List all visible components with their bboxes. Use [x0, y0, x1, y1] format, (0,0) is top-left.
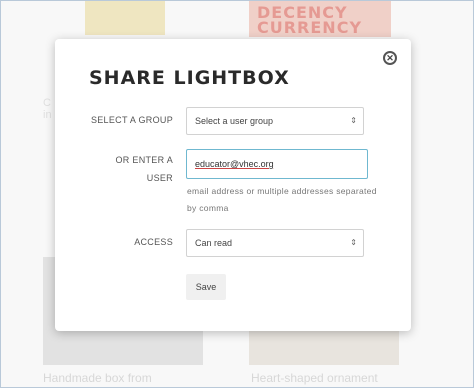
page-frame: DECENCY CURRENCY C in Handmade box from …: [0, 0, 474, 388]
group-select[interactable]: Select a user group ⇕: [186, 107, 364, 135]
select-arrows-icon: ⇕: [350, 116, 357, 125]
user-label: OR ENTER A USER: [65, 151, 173, 187]
access-select-value: Can read: [195, 238, 233, 248]
group-select-value: Select a user group: [195, 116, 274, 126]
user-email-value: educator@vhec.org: [195, 159, 274, 169]
modal-title: SHARE LIGHTBOX: [89, 67, 290, 89]
select-arrows-icon: ⇕: [350, 238, 357, 247]
user-email-input[interactable]: educator@vhec.org: [186, 149, 368, 179]
group-label: SELECT A GROUP: [90, 115, 173, 125]
access-label: ACCESS: [134, 237, 173, 247]
user-label-line: OR ENTER A: [115, 155, 173, 165]
save-button[interactable]: Save: [186, 274, 226, 300]
access-select[interactable]: Can read ⇕: [186, 229, 364, 257]
user-label-line: USER: [146, 173, 173, 183]
share-lightbox-modal: ✕ SHARE LIGHTBOX SELECT A GROUP Select a…: [55, 39, 411, 331]
email-hint: email address or multiple addresses sepa…: [187, 186, 377, 213]
close-icon[interactable]: ✕: [383, 51, 397, 65]
